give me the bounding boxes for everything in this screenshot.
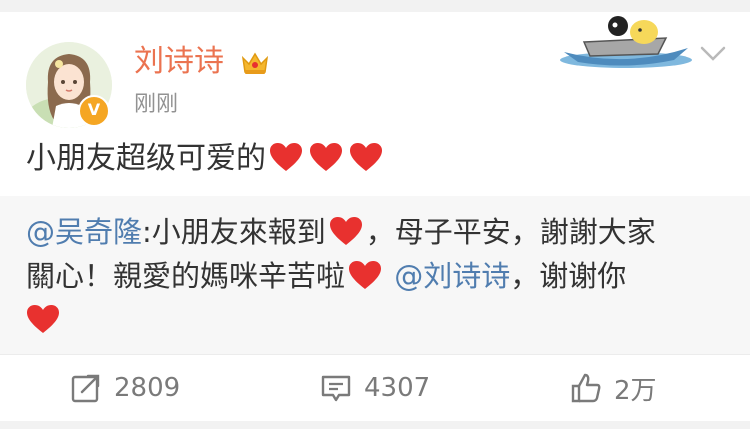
heart-icon (26, 304, 60, 334)
username[interactable]: 刘诗诗 (134, 42, 270, 82)
mention-link[interactable]: @吴奇隆 (26, 215, 142, 249)
like-count: 2万 (614, 375, 657, 406)
repost-count: 2809 (114, 373, 181, 403)
weibo-post-card: V 刘诗诗 刚刚 小朋友超级可爱的 @吴奇隆:小朋友來報到 ，母子平安，謝謝大家關… (0, 0, 750, 429)
verified-badge-icon: V (78, 95, 110, 127)
username-text[interactable]: 刘诗诗 (134, 44, 224, 79)
comment-button[interactable]: 4307 (320, 369, 430, 407)
like-button[interactable]: 2万 (570, 369, 657, 407)
heart-icon (329, 216, 363, 246)
heart-icon (269, 142, 303, 172)
boat-sticker-icon (560, 16, 692, 68)
heart-icon (348, 260, 382, 290)
repost-text-part: :小朋友來報到 (142, 215, 326, 249)
action-bar: 2809 4307 2万 (0, 355, 750, 421)
repost-icon (71, 374, 100, 403)
post-text-content: 小朋友超级可爱的 (26, 141, 266, 176)
chevron-down-icon[interactable] (700, 46, 726, 62)
heart-icon (349, 142, 383, 172)
post-text: 小朋友超级可爱的 (26, 138, 386, 180)
mention-link[interactable]: @刘诗诗 (394, 259, 510, 293)
repost-block[interactable]: @吴奇隆:小朋友來報到 ，母子平安，謝謝大家 關心！親愛的媽咪辛苦啦 @刘诗诗，谢谢… (0, 196, 750, 354)
repost-text: @吴奇隆:小朋友來報到 ，母子平安，謝謝大家 關心！親愛的媽咪辛苦啦 @刘诗诗，谢谢… (26, 210, 726, 342)
repost-text-part: 關心！親愛的媽咪辛苦啦 (26, 259, 346, 293)
comment-count: 4307 (364, 373, 431, 403)
comment-icon (321, 375, 351, 402)
bottom-separator (0, 421, 750, 429)
repost-text-part: ，母子平安，謝謝大家 (365, 215, 656, 249)
repost-text-part: ，谢谢你 (510, 259, 627, 293)
heart-icon (309, 142, 343, 172)
post-time: 刚刚 (134, 92, 179, 117)
like-icon (571, 373, 601, 403)
crown-icon (241, 52, 268, 74)
repost-button[interactable]: 2809 (70, 369, 180, 407)
